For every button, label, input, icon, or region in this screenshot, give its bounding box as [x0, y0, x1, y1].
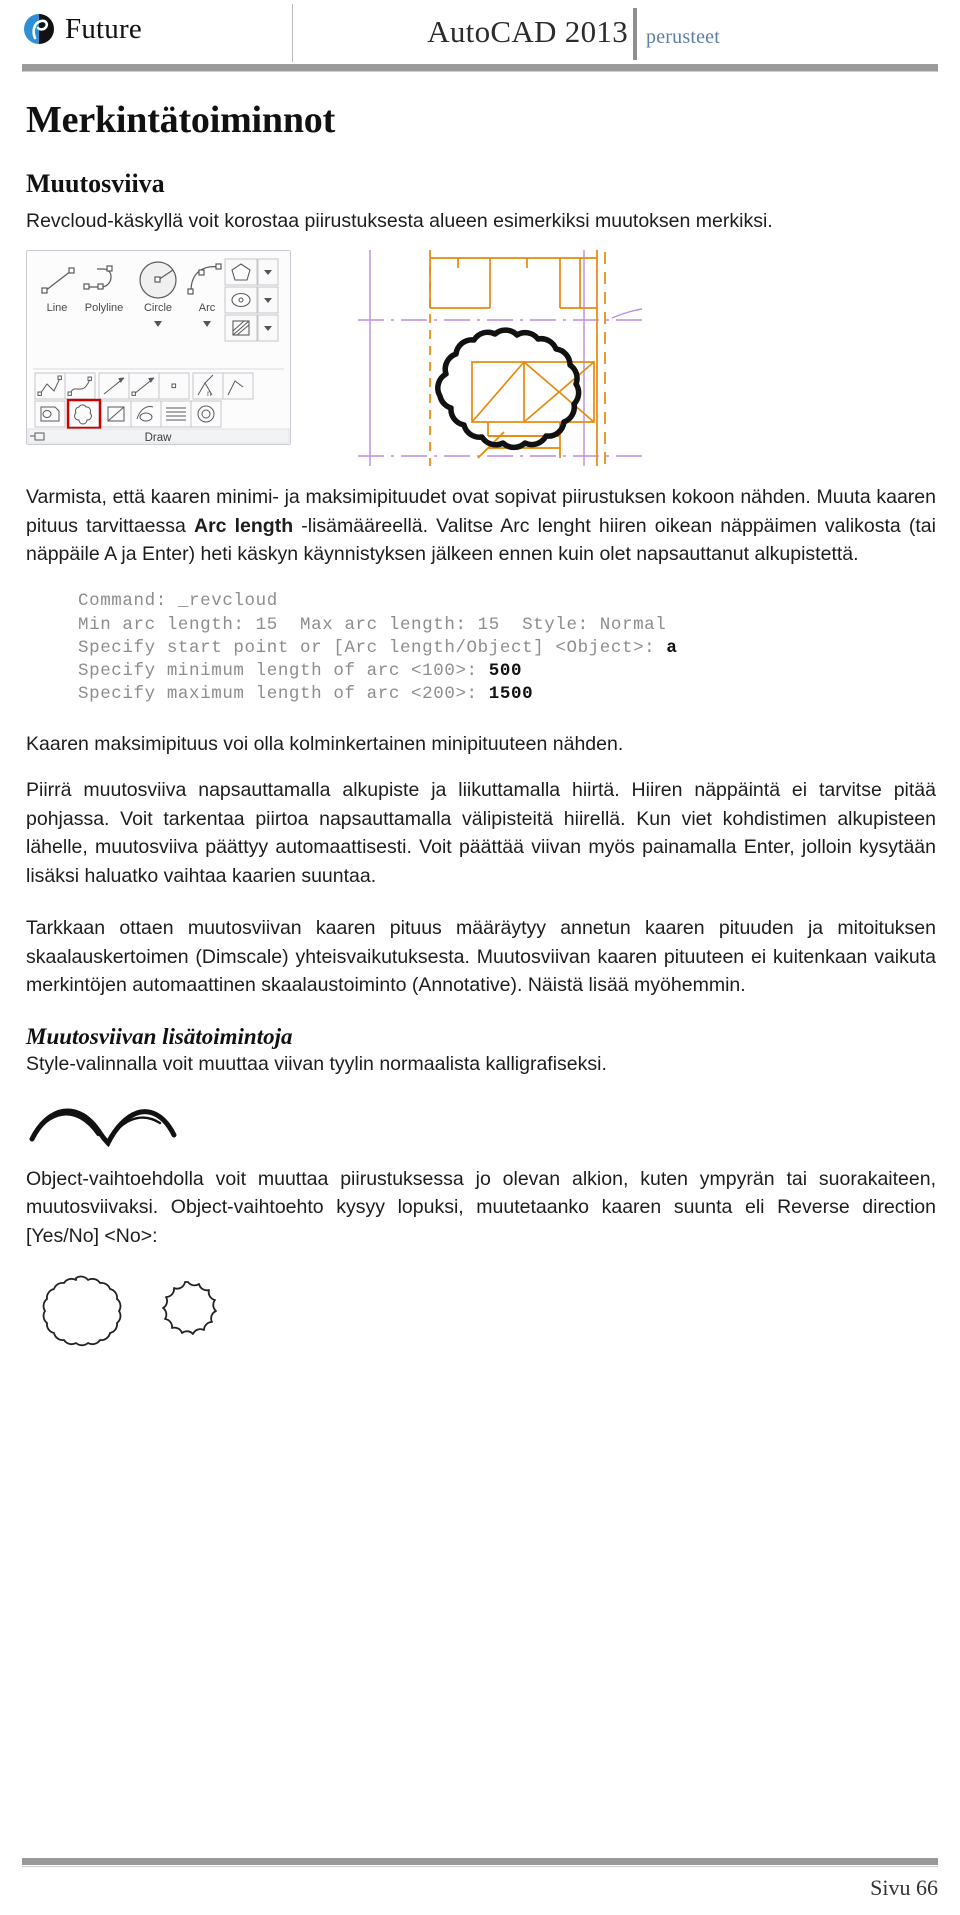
document-content: Merkintätoiminnot Muutosviiva Revcloud-k… [26, 99, 936, 1384]
svg-text:Line: Line [47, 302, 68, 314]
paragraph-max-length: Kaaren maksimipituus voi olla kolminkert… [26, 732, 624, 755]
command-line-5-input: 1500 [488, 683, 534, 704]
footer-rule-thick [22, 1858, 938, 1865]
header-product-title: AutoCAD 2013 [427, 14, 628, 49]
svg-text:Arc: Arc [199, 302, 216, 314]
page-title: Merkintätoiminnot [26, 99, 336, 141]
paragraph-arc-length: Varmista, että kaaren minimi- ja maksimi… [26, 483, 936, 568]
cad-drawing-figure [312, 236, 642, 467]
subsection-heading: Muutosviivan lisätoimintoja [26, 1023, 293, 1049]
header-rule-thick [22, 64, 938, 71]
cloud-shapes-figure [26, 1264, 936, 1384]
figure-row: Line Polyline Circle Arc n Draw [26, 236, 936, 467]
command-line-2: Min arc length: 15 Max arc length: 15 St… [78, 614, 667, 635]
command-line-1: Command: _revcloud [78, 591, 278, 612]
revcloud-reversed-shape [162, 1281, 217, 1335]
autocad-command-block: Command: _revcloud Min arc length: 15 Ma… [78, 590, 936, 705]
command-line-4-input: 500 [488, 660, 523, 681]
paragraph-1-bold-term: Arc length [193, 514, 294, 537]
section-heading: Muutosviiva [26, 168, 165, 198]
command-line-4: Specify minimum length of arc <100>: [78, 660, 489, 681]
svg-text:n: n [207, 389, 211, 398]
autocad-draw-ribbon-figure: Line Polyline Circle Arc n Draw [26, 250, 291, 446]
svg-text:Draw: Draw [145, 432, 173, 444]
svg-text:Circle: Circle [144, 302, 172, 314]
page-header: Future AutoCAD 2013 perusteet [0, 0, 960, 72]
command-line-3: Specify start point or [Arc length/Objec… [78, 637, 667, 658]
revcloud-normal-shape [42, 1275, 122, 1347]
section-lead-text: Revcloud-käskyllä voit korostaa piirustu… [26, 210, 773, 233]
paragraph-style-option: Style-valinnalla voit muuttaa viivan tyy… [26, 1053, 607, 1076]
page-number: Sivu 66 [870, 1875, 938, 1900]
footer-rule-thin [22, 1866, 938, 1867]
paragraph-object-option: Object-vaihtoehdolla voit muuttaa piirus… [26, 1167, 936, 1247]
calligraphic-arcs-figure [26, 1089, 936, 1155]
svg-text:Polyline: Polyline [85, 302, 124, 314]
paragraph-dimscale: Tarkkaan ottaen muutosviivan kaaren pitu… [26, 917, 936, 997]
paragraph-drawing-instructions: Piirrä muutosviiva napsauttamalla alkupi… [26, 779, 936, 887]
header-rule-thin [22, 71, 938, 72]
header-subtitle: perusteet [646, 26, 720, 48]
command-line-5: Specify maximum length of arc <200>: [78, 683, 489, 704]
header-divider-right [633, 8, 637, 60]
command-line-3-input: a [666, 637, 678, 658]
